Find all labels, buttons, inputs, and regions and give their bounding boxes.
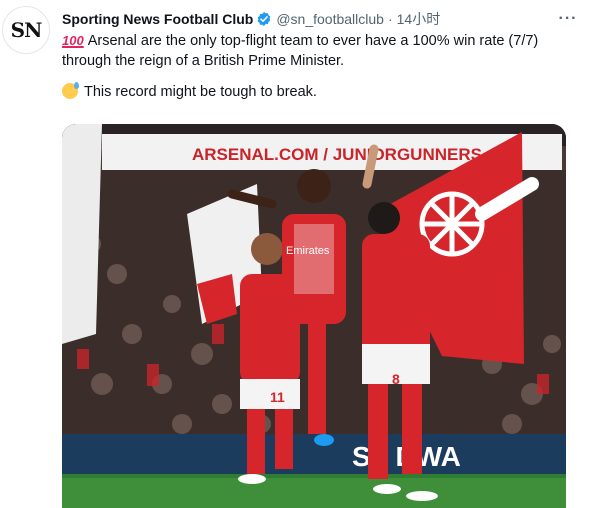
avatar[interactable]: SN <box>2 6 50 54</box>
tweet-card[interactable]: SN Sporting News Football Club @sn_footb… <box>0 0 592 508</box>
sponsor-text: Emirates <box>286 245 330 257</box>
shirt-number-11: 11 <box>270 389 285 405</box>
verified-badge-icon <box>256 11 272 27</box>
tweet-photo[interactable]: ARSENAL.COM / JUNIORGUNNERS DWA 11 Emira… <box>62 124 566 508</box>
tweet-text-spacer <box>62 71 562 82</box>
tweet-header: Sporting News Football Club @sn_football… <box>62 9 580 29</box>
more-options-icon[interactable]: ··· <box>556 7 580 31</box>
sweat-smile-icon <box>62 82 79 99</box>
avatar-logo: SN <box>10 18 43 42</box>
tweet-text-part-1: Arsenal are the only top-flight team to … <box>87 33 539 49</box>
tweet-text-line-2: through the reign of a British Prime Min… <box>62 53 345 69</box>
cannon-crest-icon <box>419 191 485 257</box>
tweet-timestamp[interactable]: 14小时 <box>397 9 441 29</box>
tweet-text-line-3: This record might be tough to break. <box>62 82 562 102</box>
tweet-text-part-3: This record might be tough to break. <box>84 84 317 100</box>
separator-dot: · <box>387 11 393 27</box>
tweet-text-line-1: 100 Arsenal are the only top-flight team … <box>62 31 562 51</box>
celebration-photo: ARSENAL.COM / JUNIORGUNNERS DWA 11 Emira… <box>62 124 566 508</box>
banner-text: ARSENAL.COM / JUNIORGUNNERS <box>192 145 482 164</box>
shirt-number-8: 8 <box>392 371 400 387</box>
user-handle[interactable]: @sn_footballclub <box>276 11 384 27</box>
tweet-text: 100 Arsenal are the only top-flight team … <box>62 31 562 102</box>
display-name[interactable]: Sporting News Football Club <box>62 11 253 27</box>
left-flag <box>62 124 102 344</box>
hundred-points-icon: 100 <box>62 33 84 48</box>
